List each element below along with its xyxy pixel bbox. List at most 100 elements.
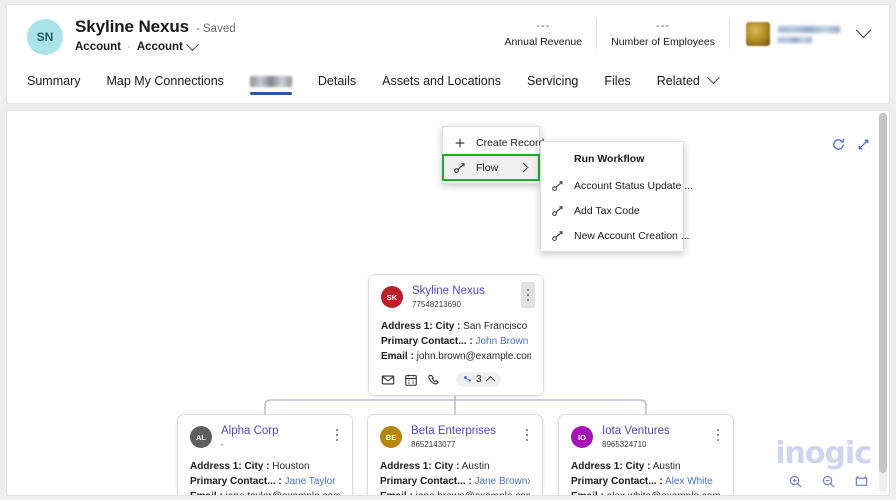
dot — [525, 433, 529, 437]
card-more-menu-button[interactable] — [520, 425, 534, 445]
tab-label: Files — [604, 74, 631, 88]
chevron-down-icon[interactable] — [185, 37, 199, 51]
tab-details[interactable]: Details — [318, 74, 356, 96]
card-identity: Alpha Corp - — [221, 425, 279, 450]
stat-label: Annual Revenue — [504, 36, 583, 48]
card-field-row: Address 1: City : Austin — [571, 459, 721, 474]
submenu-item-label: New Account Creation ... — [574, 229, 690, 242]
field-value-link[interactable]: Alex White — [665, 476, 713, 487]
dot — [716, 438, 720, 442]
tab-map-my-connections[interactable]: Map My Connections — [106, 74, 223, 96]
connections-icon — [462, 374, 473, 385]
field-label: Primary Contact... — [380, 476, 466, 487]
tab-related[interactable]: Related — [657, 71, 721, 96]
field-label: Primary Contact... — [190, 476, 276, 487]
card-more-menu-button[interactable] — [521, 282, 535, 308]
card-title[interactable]: Beta Enterprises — [411, 425, 496, 438]
avatar: BE — [380, 426, 402, 448]
field-value-link[interactable]: Jane Taylor — [285, 476, 336, 487]
zoom-out-icon[interactable] — [821, 474, 836, 489]
submenu-item-account-status-update[interactable]: Account Status Update ... — [541, 173, 693, 198]
context-menu-item-create-record[interactable]: Create Record — [443, 130, 544, 155]
tab-servicing[interactable]: Servicing — [527, 74, 578, 96]
card-header: SK Skyline Nexus 77548213690 — [381, 282, 535, 310]
field-value: jane.taylor@example.com — [226, 491, 340, 495]
node-card-root[interactable]: SK Skyline Nexus 77548213690 Address 1: … — [368, 274, 544, 396]
submenu-item-label: Add Tax Code — [574, 204, 640, 217]
field-separator: : — [600, 491, 603, 495]
header-stats: --- Annual Revenue --- Number of Employe… — [490, 19, 872, 49]
field-value: Houston — [272, 461, 310, 472]
card-action-bar: 3 — [381, 372, 531, 387]
connections-count: 3 — [476, 374, 482, 385]
refresh-icon[interactable] — [831, 137, 846, 152]
card-more-menu-button[interactable] — [711, 425, 725, 445]
card-title[interactable]: Skyline Nexus — [412, 285, 485, 298]
chevron-right-icon — [518, 162, 529, 173]
phone-icon[interactable] — [427, 373, 441, 387]
app-root: SN Skyline Nexus - Saved Account · Accou… — [0, 0, 896, 500]
card-subtitle: 8652143077 — [411, 440, 456, 449]
dot — [526, 288, 530, 292]
submenu-item-new-account-creation[interactable]: New Account Creation ... — [541, 223, 690, 248]
scrollbar-thumb[interactable] — [879, 113, 887, 473]
owner-avatar — [746, 22, 770, 46]
node-card-beta-enterprises[interactable]: BE Beta Enterprises 8652143077 Address 1… — [367, 414, 543, 495]
owner-name-redacted — [778, 25, 840, 43]
flow-submenu[interactable]: Run Workflow Account Status Update ... A… — [540, 141, 693, 252]
email-icon[interactable] — [381, 373, 395, 387]
context-menu-item-flow[interactable]: Flow — [442, 154, 540, 181]
tab-summary[interactable]: Summary — [27, 74, 80, 96]
stat-value: --- — [656, 20, 671, 32]
field-label: Primary Contact... — [571, 476, 657, 487]
expand-icon[interactable] — [856, 137, 871, 152]
connections-count-pill[interactable]: 3 — [456, 372, 501, 387]
card-title[interactable]: Iota Ventures — [602, 425, 670, 438]
breadcrumb-form[interactable]: Account — [137, 41, 183, 53]
field-label: Email — [380, 491, 407, 495]
field-value-link[interactable]: John Brown — [476, 336, 529, 347]
zoom-in-icon[interactable] — [788, 474, 803, 489]
owner-block[interactable] — [730, 21, 872, 46]
tab-label: Summary — [27, 74, 81, 88]
chevron-up-icon[interactable] — [485, 375, 496, 386]
card-more-menu-button[interactable] — [330, 425, 344, 445]
calendar-icon[interactable] — [404, 373, 418, 387]
context-menu[interactable]: Create Record Flow — [442, 126, 544, 184]
card-subtitle: - — [221, 440, 224, 449]
owner-name-bar — [778, 25, 840, 33]
fit-to-screen-icon[interactable] — [854, 474, 869, 489]
node-card-iota-ventures[interactable]: IO Iota Ventures 8965324710 Address 1: C… — [558, 414, 734, 495]
flow-icon — [551, 179, 565, 193]
chevron-down-icon[interactable] — [855, 21, 872, 38]
stat-number-of-employees: --- Number of Employees — [597, 20, 729, 48]
avatar: IO — [571, 426, 593, 448]
card-identity: Beta Enterprises 8652143077 — [411, 425, 496, 450]
connections-canvas[interactable]: SK Skyline Nexus 77548213690 Address 1: … — [6, 110, 890, 496]
node-card-alpha-corp[interactable]: AL Alpha Corp - Address 1: City : Housto… — [177, 414, 353, 495]
card-field-row: Primary Contact... : Jane Brownxasdsa — [380, 474, 530, 489]
breadcrumb-entity: Account — [75, 41, 121, 53]
owner-role-bar — [778, 36, 812, 43]
chevron-down-icon[interactable] — [707, 71, 721, 85]
card-subtitle: 77548213690 — [412, 300, 461, 309]
field-value: john.brown@example.com — [416, 351, 531, 362]
tab-active-redacted[interactable] — [249, 75, 292, 95]
card-field-row: Email : jane.taylor@example.com — [190, 489, 340, 495]
tab-files[interactable]: Files — [604, 74, 630, 96]
field-label: Email — [571, 491, 598, 495]
card-header: AL Alpha Corp - — [190, 425, 340, 450]
field-value-link[interactable]: Jane Brownxasdsa — [475, 476, 531, 487]
submenu-item-add-tax-code[interactable]: Add Tax Code — [541, 198, 683, 223]
tab-label: Servicing — [526, 74, 579, 88]
flow-icon — [551, 229, 565, 243]
page-title: Skyline Nexus — [75, 17, 189, 36]
tab-label: Assets and Locations — [382, 74, 501, 88]
record-header: SN Skyline Nexus - Saved Account · Accou… — [6, 4, 890, 104]
canvas-scrollbar[interactable] — [879, 113, 887, 493]
card-title[interactable]: Alpha Corp — [221, 425, 279, 438]
tab-assets-and-locations[interactable]: Assets and Locations — [382, 74, 501, 96]
watermark-logo: inogic — [775, 436, 872, 471]
avatar: SK — [381, 286, 403, 308]
field-label: Address 1: City — [381, 321, 455, 332]
